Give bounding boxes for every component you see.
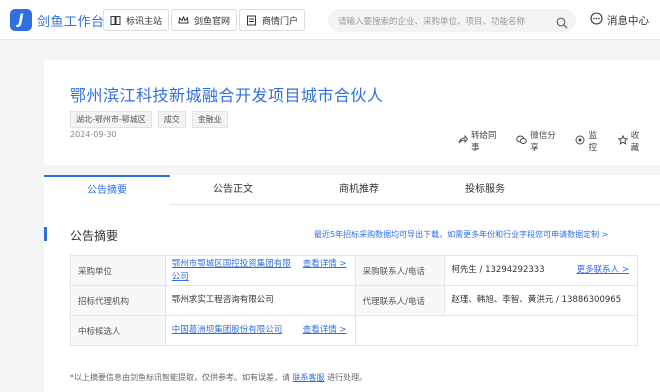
tab-bar: 公告摘要 公告正文 商机推荐 投标服务 [44,175,660,205]
logo[interactable]: J 剑鱼工作台 [10,9,105,31]
favorite-button[interactable]: 收藏 [617,129,646,153]
nav-label: 剑鱼官网 [194,16,231,27]
wechat-icon [516,135,528,148]
table-row: 采购单位 查看详情 > 鄂州市鄂城区国控投资集团有限公司 采购联系人/电话 更多… [70,255,638,286]
action-bar: 转给同事 微信分享 监控 收藏 [458,129,660,153]
nav-biaoxun-main-button[interactable]: 标讯主站 [103,9,170,31]
industry-tag[interactable]: 金融业 [191,111,228,128]
page-title: 鄂州滨江科技新城融合开发项目城市合伙人 [70,86,384,105]
tab-full-text[interactable]: 公告正文 [170,175,296,205]
purchaser-label: 采购单位 [70,255,166,286]
nav-jianyu-official-button[interactable]: 剑鱼官网 [171,9,238,31]
forward-label: 转给同事 [471,131,497,153]
winner-name-link[interactable]: 中国葛洲坝集团股份有限公司 [172,325,283,335]
main-content: 公告摘要 公告正文 商机推荐 投标服务 公告摘要 最近5年招标采购数据均可导出下… [44,175,660,392]
wechat-share-button[interactable]: 微信分享 [516,129,561,153]
search-icon[interactable] [556,14,568,33]
monitor-label: 监控 [588,131,597,153]
tab-summary[interactable]: 公告摘要 [44,175,170,205]
purchaser-detail-link[interactable]: 查看详情 > [303,258,347,271]
message-center-label: 消息中心 [607,14,649,27]
agency-contact-label: 代理联系人/电话 [354,285,446,316]
search-input[interactable] [328,10,543,34]
summary-table: 采购单位 查看详情 > 鄂州市鄂城区国控投资集团有限公司 采购联系人/电话 更多… [70,255,639,346]
tab-bidding-service[interactable]: 投标服务 [422,175,548,205]
purchaser-contact-value: 柯先生 / 13294292333 [451,265,545,275]
book-icon [110,15,121,26]
winner-detail-link[interactable]: 查看详情 > [303,324,347,337]
winner-label: 中标候选人 [70,315,166,346]
star-icon [617,134,629,148]
search-box [328,9,576,34]
publish-date: 2024-09-30 [70,130,117,139]
monitor-button[interactable]: 监控 [575,129,603,153]
note-prefix: *以上摘要信息由剑鱼标讯智能提取，仅供参考。如有误差，请 [70,373,290,382]
purchaser-contact-label: 采购联系人/电话 [354,255,446,286]
document-icon [246,15,257,26]
crown-icon [178,15,189,26]
tab-opportunities[interactable]: 商机推荐 [296,175,422,205]
purchaser-name-link[interactable]: 鄂州市鄂城区国控投资集团有限公司 [172,258,297,284]
winner-cell: 查看详情 > 中国葛洲坝集团股份有限公司 [164,315,356,346]
agency-contact-value: 赵瑾、韩旭、李智、黄洪元 / 13886300965 [444,285,638,316]
jianyu-logo-icon: J [10,9,32,31]
share-arrow-icon [458,134,469,148]
message-center-button[interactable]: 消息中心 [590,12,649,28]
nav-label: 标讯主站 [126,16,163,27]
tag-list: 湖北-鄂州市-鄂城区 成交 金融业 [70,111,234,128]
table-row: 招标代理机构 鄂州求实工程咨询有限公司 代理联系人/电话 赵瑾、韩旭、李智、黄洪… [70,285,638,316]
wechat-label: 微信分享 [530,131,556,153]
nav-shangqing-portal-button[interactable]: 商情门户 [239,9,306,31]
empty-cell [354,315,639,346]
note-suffix: 进行处理。 [327,373,368,382]
agency-label: 招标代理机构 [70,285,166,316]
chat-bubble-icon [590,12,603,28]
disclaimer-note: *以上摘要信息由剑鱼标讯智能提取，仅供参考。如有误差，请 联系客服 进行处理。 [70,372,367,383]
logo-text: 剑鱼工作台 [37,14,105,30]
table-row: 中标候选人 查看详情 > 中国葛洲坝集团股份有限公司 [70,315,639,346]
section-accent-bar [44,227,47,241]
announcement-header: 鄂州滨江科技新城融合开发项目城市合伙人 湖北-鄂州市-鄂城区 成交 金融业 20… [44,60,660,165]
data-export-link[interactable]: 最近5年招标采购数据均可导出下载，如需更多年份和行业字段您可申请数据定制 > [314,229,608,240]
region-tag[interactable]: 湖北-鄂州市-鄂城区 [70,111,152,128]
purchaser-cell: 查看详情 > 鄂州市鄂城区国控投资集团有限公司 [164,255,356,286]
contact-support-link[interactable]: 联系客服 [293,373,325,382]
purchaser-contact-cell: 更多联系人 > 柯先生 / 13294292333 [444,255,638,286]
top-bar: J 剑鱼工作台 标讯主站 剑鱼官网 商情门户 消息中心 [0,0,660,40]
monitor-eye-icon [575,135,585,148]
agency-value: 鄂州求实工程咨询有限公司 [164,285,356,316]
nav-label: 商情门户 [262,16,299,27]
status-tag[interactable]: 成交 [157,111,186,128]
more-contacts-link[interactable]: 更多联系人 > [577,264,629,277]
section-title: 公告摘要 [70,229,119,243]
favorite-label: 收藏 [630,131,640,153]
forward-colleague-button[interactable]: 转给同事 [458,129,502,153]
